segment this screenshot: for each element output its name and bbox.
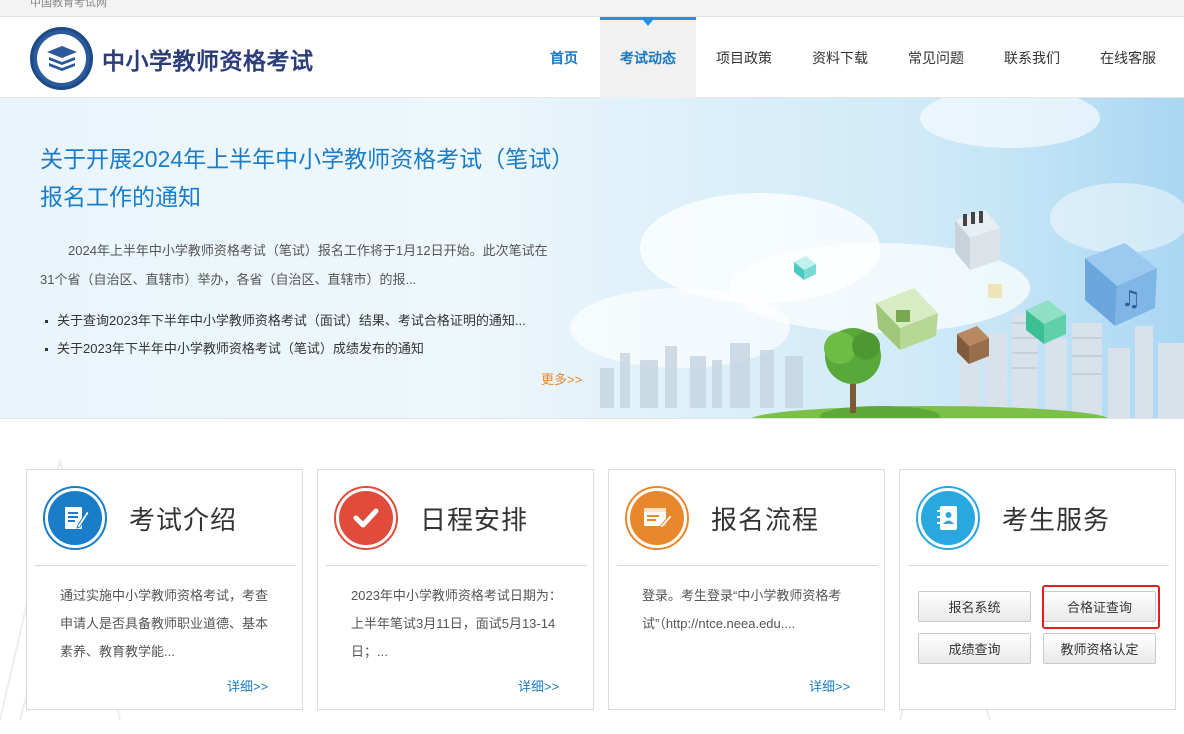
highlight-box [1042,585,1160,629]
top-strip-text: 中国教育考试网 [30,0,107,9]
nav-policy[interactable]: 项目政策 [696,17,792,98]
card-header: 考试介绍 [35,480,296,566]
card-registration-process: 报名流程 登录。考生登录“中小学教师资格考试”（http://ntce.neea… [608,469,885,710]
nav-downloads[interactable]: 资料下载 [792,17,888,98]
score-query-button[interactable]: 成绩查询 [918,633,1031,664]
more-news-link[interactable]: 更多>> [541,369,582,388]
headline-link[interactable]: 关于开展2024年上半年中小学教师资格考试（笔试）报名工作的通知 [40,140,570,216]
top-strip: 中国教育考试网 [0,0,1184,17]
headline-summary: 2024年上半年中小学教师资格考试（笔试）报名工作将于1月12日开始。此次笔试在… [40,243,548,287]
card-detail-link[interactable]: 详细>> [518,676,559,695]
checkmark-icon [334,486,398,550]
nav-contact[interactable]: 联系我们 [984,17,1080,98]
contact-book-icon [916,486,980,550]
card-title[interactable]: 考试介绍 [129,500,237,537]
site-logo[interactable]: 中小学教师资格考试 [30,27,314,90]
card-description: 2023年中小学教师资格考试日期为：上半年笔试3月11日，面试5月13-14日；… [351,588,562,659]
card-title[interactable]: 报名流程 [711,500,819,537]
svg-text:♫: ♫ [1121,287,1141,312]
card-header: 日程安排 [326,480,587,566]
news-banner: ♫ 关于开展2024年上半年中小学教师资格考试（笔试）报名工作的通知 2024年… [0,98,1184,419]
nav-online-service[interactable]: 在线客服 [1080,17,1176,98]
browser-edit-icon [625,486,689,550]
site-title: 中小学教师资格考试 [102,47,314,74]
news-list: 关于查询2023年下半年中小学教师资格考试（面试）结果、考试合格证明的通知...… [44,307,526,363]
card-header: 考生服务 [908,480,1169,566]
card-description: 通过实施中小学教师资格考试，考查申请人是否具备教师职业道德、基本素养、教育教学能… [60,588,269,659]
site-header: 中小学教师资格考试 首页 考试动态 项目政策 资料下载 常见问题 联系我们 在线… [0,17,1184,98]
card-header: 报名流程 [617,480,878,566]
main-nav: 首页 考试动态 项目政策 资料下载 常见问题 联系我们 在线客服 [528,17,1176,98]
nav-faq[interactable]: 常见问题 [888,17,984,98]
card-detail-link[interactable]: 详细>> [227,676,268,695]
card-title[interactable]: 考生服务 [1002,500,1110,537]
card-title[interactable]: 日程安排 [420,500,528,537]
card-schedule: 日程安排 2023年中小学教师资格考试日期为：上半年笔试3月11日，面试5月13… [317,469,594,710]
teacher-qualification-button[interactable]: 教师资格认定 [1043,633,1156,664]
document-pen-icon [43,486,107,550]
card-detail-link[interactable]: 详细>> [809,676,850,695]
nav-exam-news[interactable]: 考试动态 [600,17,696,98]
registration-system-button[interactable]: 报名系统 [918,591,1031,622]
card-exam-intro: 考试介绍 通过实施中小学教师资格考试，考查申请人是否具备教师职业道德、基本素养、… [26,469,303,710]
news-item[interactable]: 关于查询2023年下半年中小学教师资格考试（面试）结果、考试合格证明的通知... [44,307,526,335]
card-description: 登录。考生登录“中小学教师资格考试”（http://ntce.neea.edu.… [642,588,842,631]
logo-emblem-icon [30,27,93,90]
news-item[interactable]: 关于2023年下半年中小学教师资格考试（笔试）成绩发布的通知 [44,335,526,363]
nav-home[interactable]: 首页 [528,17,600,98]
